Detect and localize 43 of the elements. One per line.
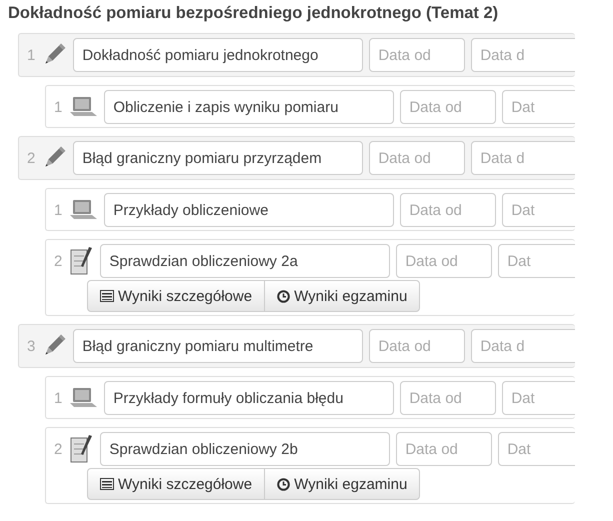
date-to-field[interactable]: Dat [498, 432, 575, 466]
title-field[interactable]: Błąd graniczny pomiaru przyrządem [73, 141, 364, 175]
date-from-field[interactable]: Data od [369, 141, 466, 175]
clock-icon [277, 290, 290, 302]
date-from-field[interactable]: Data od [400, 90, 496, 124]
title-field[interactable]: Sprawdzian obliczeniowy 2a [100, 244, 390, 278]
title-field[interactable]: Obliczenie i zapis wyniku pomiaru [104, 90, 394, 124]
row-number: 1 [54, 98, 62, 116]
title-field[interactable]: Dokładność pomiaru jednokrotnego [73, 38, 364, 72]
detailed-results-button[interactable]: Wyniki szczegółowe [87, 280, 266, 312]
row-number: 3 [27, 338, 36, 354]
date-to-field[interactable]: Dat [502, 90, 575, 124]
section-heading: Dokładność pomiaru bezpośredniego jednokrotnego (Temat 2) [8, 4, 500, 23]
date-from-field[interactable]: Data od [400, 193, 496, 227]
detailed-results-button[interactable]: Wyniki szczegółowe [87, 468, 266, 500]
exam-results-button[interactable]: Wyniki egzaminu [264, 280, 420, 312]
date-from-field[interactable]: Data od [396, 244, 492, 278]
row-number: 2 [54, 440, 62, 458]
date-to-field[interactable]: Data d [471, 141, 575, 175]
title-field[interactable]: Przykłady formuły obliczania błędu [104, 381, 394, 415]
date-to-field[interactable]: Dat [502, 381, 575, 415]
title-field[interactable]: Sprawdzian obliczeniowy 2b [100, 432, 390, 466]
row-number: 2 [54, 252, 62, 270]
date-from-field[interactable]: Data od [369, 329, 466, 363]
notebook-icon [68, 246, 94, 276]
date-to-field[interactable]: Data d [471, 329, 575, 363]
row-number: 1 [54, 390, 62, 406]
date-to-field[interactable]: Dat [502, 193, 575, 227]
date-to-field[interactable]: Dat [498, 244, 575, 278]
date-from-field[interactable]: Data od [369, 38, 466, 72]
notebook-icon [68, 434, 94, 464]
date-from-field[interactable]: Data od [400, 381, 496, 415]
date-from-field[interactable]: Data od [396, 432, 492, 466]
title-field[interactable]: Błąd graniczny pomiaru multimetre [73, 329, 364, 363]
clock-icon [277, 478, 290, 490]
list-icon [100, 478, 114, 490]
row-number: 1 [27, 46, 36, 64]
row-number: 1 [54, 202, 62, 218]
title-field[interactable]: Przykłady obliczeniowe [104, 193, 394, 227]
date-to-field[interactable]: Data d [471, 38, 575, 72]
exam-results-button[interactable]: Wyniki egzaminu [264, 468, 420, 500]
row-number: 2 [27, 150, 36, 166]
list-icon [100, 290, 114, 302]
